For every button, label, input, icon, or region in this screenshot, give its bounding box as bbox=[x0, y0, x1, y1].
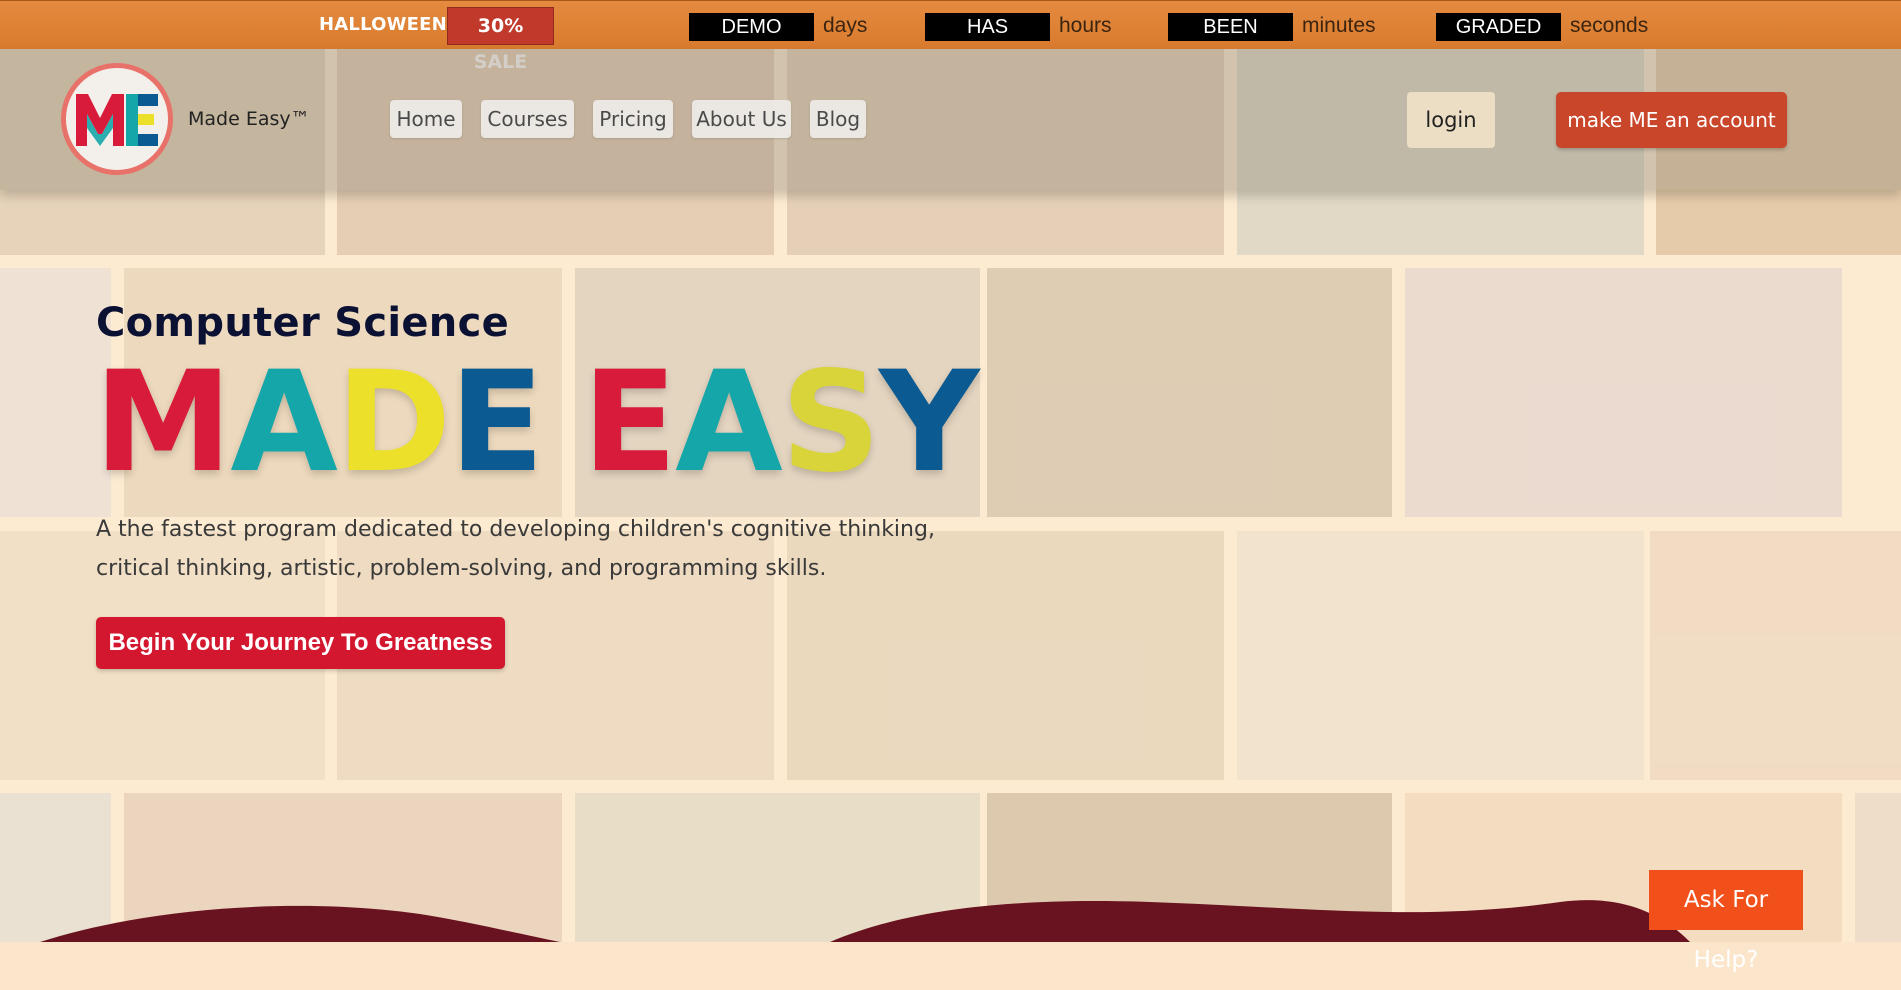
hero-title-letter: S bbox=[780, 341, 881, 503]
hero-title-letter: Y bbox=[878, 341, 980, 503]
nav-courses[interactable]: Courses bbox=[481, 100, 574, 138]
logo[interactable]: ME bbox=[61, 63, 173, 175]
hero-title-letter: A bbox=[230, 341, 338, 503]
countdown-days-unit: days bbox=[823, 14, 868, 37]
footer-wave bbox=[40, 900, 1690, 942]
nav-home[interactable]: Home bbox=[390, 100, 462, 138]
begin-journey-button[interactable]: Begin Your Journey To Greatness bbox=[96, 617, 505, 669]
hero-title-letter bbox=[542, 352, 582, 492]
countdown-days-value: DEMO bbox=[689, 13, 814, 41]
hero-title-letter: E bbox=[449, 341, 544, 503]
hero-description-line: critical thinking, artistic, problem-sol… bbox=[96, 556, 827, 581]
countdown-seconds-value: GRADED bbox=[1436, 13, 1561, 41]
hero-description: A the fastest program dedicated to devel… bbox=[96, 510, 996, 588]
hero-kicker: Computer Science bbox=[96, 300, 510, 346]
nav-about-us[interactable]: About Us bbox=[692, 100, 791, 138]
promo-bar: HALLOWEEN 30% SALE DEMO days HAS hours B… bbox=[0, 0, 1901, 73]
brand-name[interactable]: Made Easy™ bbox=[188, 108, 310, 130]
countdown-hours-unit: hours bbox=[1059, 14, 1112, 37]
nav-pricing[interactable]: Pricing bbox=[593, 100, 673, 138]
countdown-minutes-unit: minutes bbox=[1302, 14, 1376, 37]
hero-description-line: A the fastest program dedicated to devel… bbox=[96, 517, 935, 542]
nav-blog[interactable]: Blog bbox=[810, 100, 866, 138]
countdown-seconds-unit: seconds bbox=[1570, 14, 1649, 37]
promo-event-label: HALLOWEEN bbox=[319, 14, 447, 35]
ask-for-help-button[interactable]: Ask For Help? bbox=[1649, 870, 1803, 973]
login-button[interactable]: login bbox=[1407, 92, 1495, 148]
countdown-hours-value: HAS bbox=[925, 13, 1050, 41]
hero-title: MADE EASY bbox=[94, 341, 980, 503]
hero-title-letter: E bbox=[582, 341, 677, 503]
logo-me-mark: ME bbox=[76, 94, 158, 146]
countdown-minutes-value: BEEN bbox=[1168, 13, 1293, 41]
sale-badge: 30% SALE bbox=[447, 7, 554, 73]
hero-title-letter: M bbox=[94, 341, 232, 503]
hero-title-letter: D bbox=[335, 341, 451, 503]
signup-button[interactable]: make ME an account bbox=[1556, 92, 1787, 148]
hero-title-letter: A bbox=[675, 341, 783, 503]
